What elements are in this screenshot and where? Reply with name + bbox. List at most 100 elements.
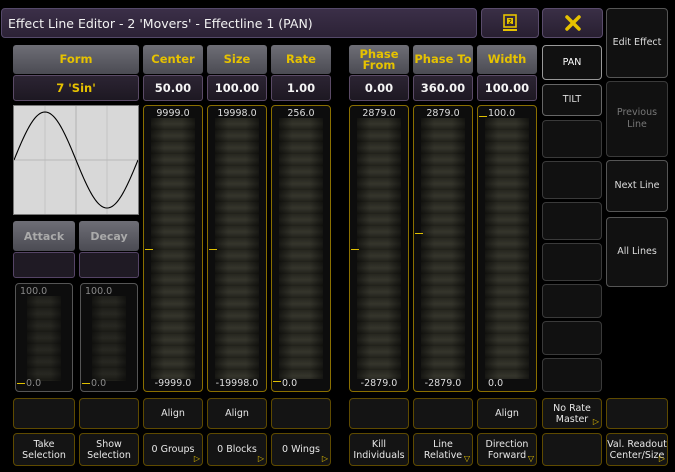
svg-text:2: 2 (508, 18, 512, 25)
phase-from-min: -2879.0 (360, 378, 398, 389)
blocks-button[interactable]: 0 Blocks ▷ (207, 433, 267, 466)
empty-button[interactable] (79, 398, 139, 429)
phase-from-value[interactable]: 0.00 (349, 75, 409, 101)
width-align-button[interactable]: Align (477, 398, 537, 429)
decay-max: 100.0 (85, 286, 113, 297)
phase-to-level-marker (415, 232, 423, 234)
previous-line-button[interactable]: Previous Line (606, 81, 668, 157)
attack-fader[interactable]: 100.0 0.0 (15, 283, 73, 392)
edit-effect-button[interactable]: Edit Effect (606, 8, 668, 78)
take-selection-button[interactable]: Take Selection (13, 433, 75, 466)
attack-value[interactable] (13, 252, 75, 278)
phase-to-fader[interactable]: 2879.0 -2879.0 (413, 105, 473, 392)
attack-header: Attack (13, 221, 75, 251)
size-fader[interactable]: 19998.0 -19998.0 (207, 105, 267, 392)
phase-to-max: 2879.0 (426, 108, 460, 119)
form-value[interactable]: 7 'Sin' (13, 75, 139, 101)
empty-button[interactable] (542, 433, 602, 466)
center-value[interactable]: 50.00 (143, 75, 203, 101)
size-value[interactable]: 100.00 (207, 75, 267, 101)
empty-button[interactable] (13, 398, 75, 429)
sine-wave-graph (13, 106, 139, 214)
groups-label: 0 Groups (151, 444, 195, 455)
attribute-slot-empty[interactable] (542, 358, 602, 392)
dropdown-corner-icon: ▷ (321, 454, 328, 463)
size-header: Size (207, 45, 267, 74)
attribute-slot-empty[interactable] (542, 321, 602, 355)
rate-level-marker (273, 381, 281, 382)
center-max: 9999.0 (156, 108, 190, 119)
attack-level-marker (17, 383, 25, 384)
phase-to-value[interactable]: 360.00 (413, 75, 473, 101)
empty-button[interactable] (413, 398, 473, 429)
width-fader[interactable]: 100.0 0.0 (477, 105, 537, 392)
no-rate-master-button[interactable]: No Rate Master ▷ (542, 398, 602, 429)
width-header: Width (477, 45, 537, 74)
sheet-button[interactable]: 2 (481, 8, 539, 38)
blocks-label: 0 Blocks (217, 444, 257, 455)
width-value[interactable]: 100.00 (477, 75, 537, 101)
dropdown-corner-icon: ▷ (592, 417, 599, 426)
rate-fader[interactable]: 256.0 0.0 (271, 105, 331, 392)
attack-min: 0.0 (26, 378, 42, 389)
all-lines-button[interactable]: All Lines (606, 217, 668, 287)
center-header: Center (143, 45, 203, 74)
dropdown-corner-icon: ▽ (463, 454, 470, 463)
phase-from-header: Phase From (349, 45, 409, 74)
show-selection-button[interactable]: Show Selection (79, 433, 139, 466)
close-button[interactable] (542, 8, 603, 38)
rate-value[interactable]: 1.00 (271, 75, 331, 101)
wings-button[interactable]: 0 Wings ▷ (271, 433, 331, 466)
val-readout-button[interactable]: Val. Readout Center/Size ▷ (606, 433, 668, 466)
dropdown-corner-icon: ▷ (193, 454, 200, 463)
width-level-marker (479, 116, 487, 117)
size-max: 19998.0 (217, 108, 257, 119)
attribute-tilt-label: TILT (562, 94, 582, 105)
attribute-slot-empty[interactable] (542, 120, 602, 158)
window-title: Effect Line Editor - 2 'Movers' - Effect… (1, 8, 477, 38)
attribute-slot-empty[interactable] (542, 161, 602, 199)
all-lines-label: All Lines (617, 246, 657, 257)
width-max: 100.0 (488, 108, 516, 119)
direction-button[interactable]: Direction Forward ▽ (477, 433, 537, 466)
empty-button[interactable] (606, 398, 668, 429)
decay-value[interactable] (79, 252, 139, 278)
empty-button[interactable] (349, 398, 409, 429)
center-align-button[interactable]: Align (143, 398, 203, 429)
center-min: -9999.0 (154, 378, 192, 389)
groups-button[interactable]: 0 Groups ▷ (143, 433, 203, 466)
wings-label: 0 Wings (282, 444, 320, 455)
close-icon (564, 15, 581, 31)
decay-header: Decay (79, 221, 139, 251)
center-fader[interactable]: 9999.0 -9999.0 (143, 105, 203, 392)
next-line-button[interactable]: Next Line (606, 160, 668, 212)
decay-level-marker (82, 383, 90, 384)
attribute-tilt-button[interactable]: TILT (542, 84, 602, 116)
sheet-icon: 2 (503, 14, 517, 31)
width-min: 0.0 (488, 378, 504, 389)
attribute-slot-empty[interactable] (542, 284, 602, 318)
size-level-marker (209, 248, 217, 250)
phase-from-level-marker (351, 248, 359, 250)
attribute-slot-empty[interactable] (542, 243, 602, 281)
empty-button[interactable] (271, 398, 331, 429)
rate-min: 0.0 (282, 378, 298, 389)
rate-header: Rate (271, 45, 331, 74)
line-relative-button[interactable]: Line Relative ▽ (413, 433, 473, 466)
phase-from-fader[interactable]: 2879.0 -2879.0 (349, 105, 409, 392)
edit-effect-label: Edit Effect (612, 37, 662, 48)
size-align-button[interactable]: Align (207, 398, 267, 429)
phase-to-min: -2879.0 (424, 378, 462, 389)
attribute-slot-empty[interactable] (542, 202, 602, 240)
previous-line-label: Previous Line (616, 107, 658, 130)
dropdown-corner-icon: ▽ (527, 454, 534, 463)
attribute-pan-button[interactable]: PAN (542, 45, 602, 80)
rate-max: 256.0 (287, 108, 315, 119)
decay-fader[interactable]: 100.0 0.0 (80, 283, 138, 392)
dropdown-corner-icon: ▷ (257, 454, 264, 463)
window-title-text: Effect Line Editor - 2 'Movers' - Effect… (8, 15, 313, 31)
phase-to-header: Phase To (413, 45, 473, 74)
kill-individuals-button[interactable]: Kill Individuals (349, 433, 409, 466)
next-line-label: Next Line (614, 180, 660, 191)
form-header: Form (13, 45, 139, 74)
